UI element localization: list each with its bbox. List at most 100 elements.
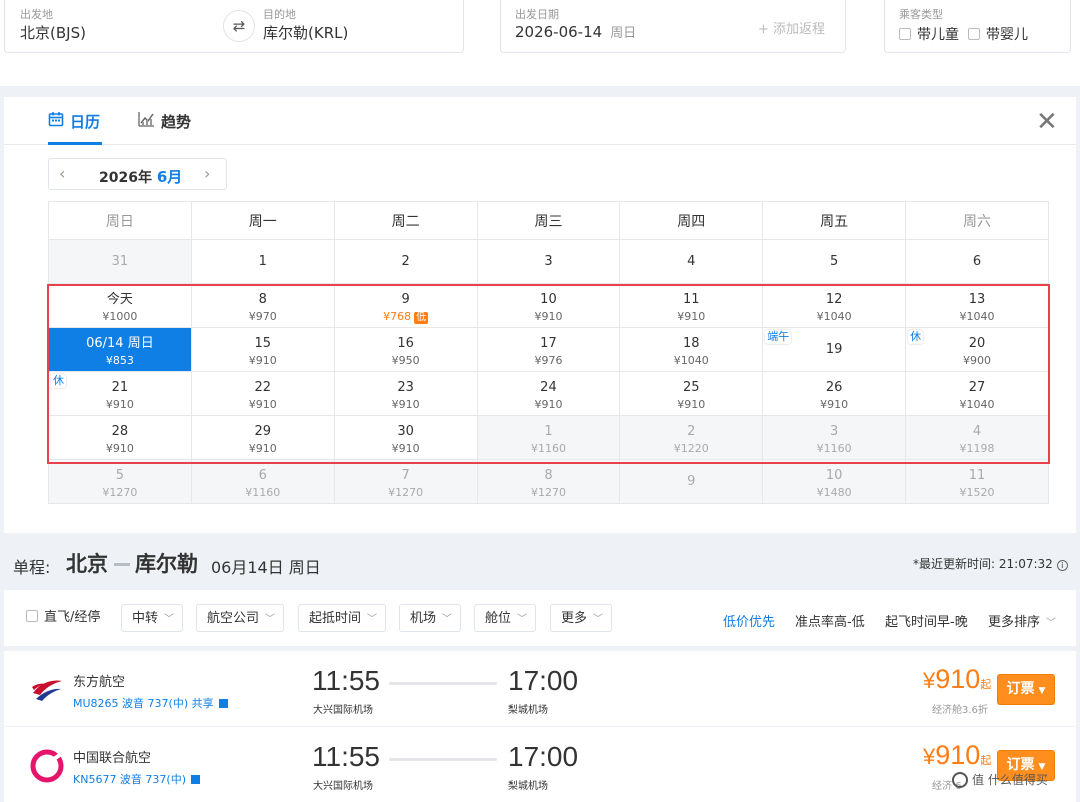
- filter-transfer-dropdown[interactable]: 中转 ﹀: [121, 604, 184, 632]
- day-number: 23: [397, 380, 414, 395]
- calendar-day-cell[interactable]: 4: [619, 239, 764, 284]
- sort-punctuality[interactable]: 准点率高-低: [795, 611, 865, 630]
- calendar-day-cell[interactable]: 31: [48, 239, 192, 284]
- with-child-checkbox[interactable]: 带儿童: [899, 24, 959, 44]
- calendar-day-cell[interactable]: 26 ¥910: [762, 371, 907, 416]
- day-number: 5: [115, 468, 125, 483]
- currency-symbol: ¥: [923, 744, 936, 769]
- calendar-day-cell[interactable]: 22 ¥910: [190, 371, 335, 416]
- calendar-day-cell[interactable]: 16 ¥950: [333, 327, 478, 372]
- calendar-day-cell[interactable]: 24 ¥910: [476, 371, 621, 416]
- calendar-day-cell[interactable]: 7 ¥1270: [333, 459, 478, 504]
- filter-airport-dropdown[interactable]: 机场 ﹀: [399, 604, 462, 632]
- calendar-day-cell[interactable]: 今天 ¥1000: [48, 283, 192, 328]
- flight-row[interactable]: 中国联合航空 KN5677 波音 737(中) 11:55 大兴国际机场 17:…: [4, 727, 1076, 802]
- date-field[interactable]: 出发日期 2026-06-14 周日 + 添加返程: [500, 0, 846, 53]
- calendar-day-cell[interactable]: 3 ¥1160: [762, 415, 907, 460]
- calendar-day-cell[interactable]: 休 21 ¥910: [48, 371, 192, 416]
- calendar-day-cell[interactable]: 9 ¥768 低: [333, 283, 478, 328]
- day-price-value: ¥900: [963, 354, 992, 367]
- calendar-day-cell[interactable]: 17 ¥976: [476, 327, 621, 372]
- calendar-day-cell[interactable]: 25 ¥910: [619, 371, 764, 416]
- calendar-day-cell[interactable]: 8 ¥970: [190, 283, 335, 328]
- chevron-down-icon: ﹀: [1046, 618, 1057, 629]
- depart-weekday: 周日: [610, 26, 637, 41]
- day-number: 28: [111, 424, 129, 439]
- flight-detail-icon[interactable]: [218, 699, 228, 708]
- calendar-day-cell[interactable]: 6: [905, 239, 1049, 284]
- calendar-day-cell[interactable]: 3: [476, 239, 621, 284]
- flight-detail-icon[interactable]: [191, 775, 201, 784]
- price-calendar-panel: 日历 趋势 ✕ ‹ 2026年 6月 › 周日 周一 周二 周三 周四 周五 周六 31 1 2…: [4, 97, 1076, 533]
- sort-lowest-price[interactable]: 低价优先: [723, 611, 775, 630]
- tab-trend[interactable]: 趋势: [138, 111, 191, 132]
- calendar-day-cell[interactable]: 6 ¥1160: [190, 459, 335, 504]
- day-price-value: ¥910: [391, 398, 420, 411]
- to-input[interactable]: 库尔勒(KRL): [263, 22, 348, 43]
- info-icon[interactable]: i: [1056, 560, 1068, 571]
- calendar-day-cell[interactable]: 10 ¥910: [476, 283, 621, 328]
- calendar-day-cell[interactable]: 30 ¥910: [333, 415, 478, 460]
- close-icon[interactable]: ✕: [1036, 109, 1058, 135]
- calendar-day-cell[interactable]: 2 ¥1220: [619, 415, 764, 460]
- calendar-day-cell[interactable]: 休 20 ¥900: [905, 327, 1049, 372]
- with-infant-checkbox[interactable]: 带婴儿: [968, 24, 1028, 44]
- next-month-icon[interactable]: ›: [204, 164, 210, 183]
- calendar-day-cell[interactable]: 11 ¥910: [619, 283, 764, 328]
- sort-more[interactable]: 更多排序 ﹀: [988, 611, 1056, 630]
- day-price: ¥950: [335, 354, 477, 367]
- day-price: ¥910: [478, 310, 620, 323]
- last-updated: *最近更新时间: 21:07:32 i: [913, 555, 1068, 572]
- calendar-day-cell[interactable]: 23 ¥910: [333, 371, 478, 416]
- cabin-discount: 经济舱3.6折: [932, 705, 988, 716]
- filter-cabin-dropdown[interactable]: 舱位 ﹀: [474, 604, 537, 632]
- day-number: 1: [544, 424, 553, 439]
- calendar-day-cell[interactable]: 11 ¥1520: [905, 459, 1049, 504]
- calendar-day-cell[interactable]: 13 ¥1040: [905, 283, 1049, 328]
- book-button[interactable]: 订票 ▼: [997, 674, 1055, 705]
- calendar-day-cell[interactable]: 12 ¥1040: [762, 283, 907, 328]
- flight-row[interactable]: 东方航空 MU8265 波音 737(中) 共享 11:55 大兴国际机场 17…: [4, 651, 1076, 726]
- tab-calendar[interactable]: 日历: [48, 111, 100, 132]
- calendar-day-cell[interactable]: 1 ¥1160: [476, 415, 621, 460]
- calendar-week: 06/14 周日 ¥853 15 ¥910 16 ¥950 17 ¥976 18 ¥1040 端午 1…: [48, 327, 1049, 372]
- calendar-day-cell[interactable]: 8 ¥1270: [476, 459, 621, 504]
- calendar-day-cell[interactable]: 06/14 周日 ¥853: [48, 327, 192, 372]
- watermark-text: 值 什么值得买: [972, 773, 1048, 787]
- calendar-day-cell[interactable]: 18 ¥1040: [619, 327, 764, 372]
- prev-month-icon[interactable]: ‹: [59, 164, 65, 183]
- add-return-link[interactable]: + 添加返程: [758, 18, 825, 37]
- from-input[interactable]: 北京(BJS): [20, 22, 86, 43]
- holiday-tag: 休: [51, 374, 66, 388]
- day-price-value: ¥1270: [530, 486, 566, 499]
- flight-number[interactable]: MU8265 波音 737(中) 共享: [73, 695, 228, 711]
- calendar-day-cell[interactable]: 端午 19: [762, 327, 907, 372]
- calendar-day-cell[interactable]: 10 ¥1480: [762, 459, 907, 504]
- flight-number[interactable]: KN5677 波音 737(中): [73, 771, 201, 787]
- calendar-day-cell[interactable]: 5: [762, 239, 907, 284]
- filter-airline-dropdown[interactable]: 航空公司 ﹀: [196, 604, 285, 632]
- calendar-day-cell[interactable]: 28 ¥910: [48, 415, 192, 460]
- day-price: ¥1000: [49, 310, 191, 323]
- calendar-day-cell[interactable]: 1: [190, 239, 335, 284]
- calendar-day-cell[interactable]: 4 ¥1198: [905, 415, 1049, 460]
- day-price-value: ¥1220: [673, 442, 709, 455]
- chevron-down-icon: ﹀: [517, 614, 528, 625]
- calendar-day-cell[interactable]: 15 ¥910: [190, 327, 335, 372]
- direct-flight-checkbox[interactable]: 直飞/经停: [26, 604, 100, 632]
- calendar-day-cell[interactable]: 29 ¥910: [190, 415, 335, 460]
- calendar-day-cell[interactable]: 27 ¥1040: [905, 371, 1049, 416]
- swap-arrows-icon[interactable]: ⇄: [223, 10, 255, 42]
- flight-info: KN5677 波音 737(中): [73, 773, 187, 786]
- filter-more-dropdown[interactable]: 更多 ﹀: [550, 604, 613, 632]
- calendar-day-cell[interactable]: 2: [333, 239, 478, 284]
- china-eastern-logo-icon: [30, 673, 64, 707]
- filter-time-dropdown[interactable]: 起抵时间 ﹀: [298, 604, 387, 632]
- direct-flight-label: 直飞/经停: [44, 610, 101, 625]
- calendar-day-cell[interactable]: 9: [619, 459, 764, 504]
- calendar-day-cell[interactable]: 5 ¥1270: [48, 459, 192, 504]
- depart-date-value[interactable]: 2026-06-14: [515, 23, 602, 41]
- route-date: 06月14日 周日: [211, 558, 321, 577]
- sort-departure-time[interactable]: 起飞时间早-晚: [885, 611, 968, 630]
- departure-time: 11:55: [312, 741, 380, 772]
